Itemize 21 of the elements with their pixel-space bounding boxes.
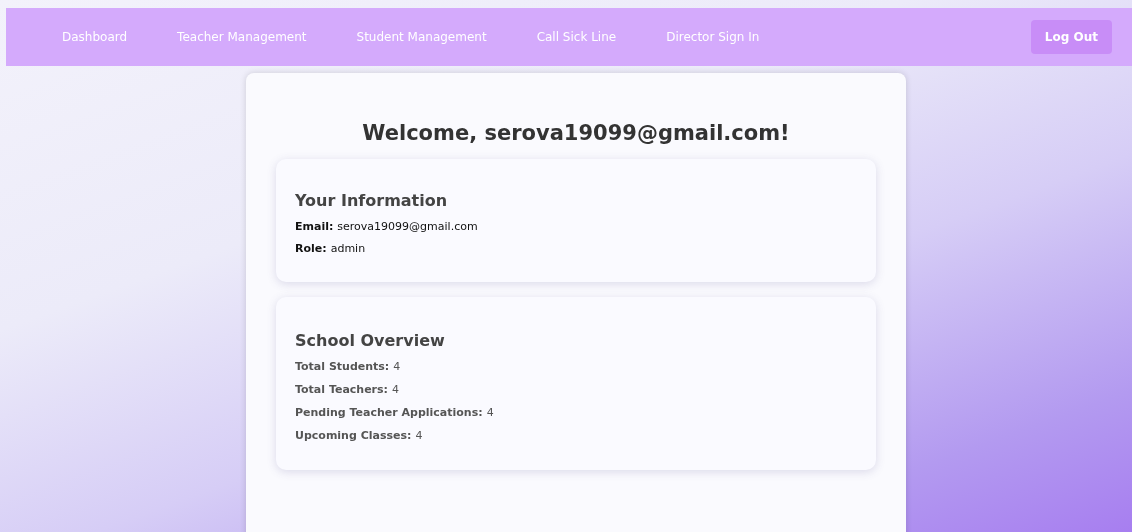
field-label: Role: [295,242,327,255]
welcome-heading: Welcome, serova19099@gmail.com! [361,121,791,145]
field-value: admin [330,242,366,255]
stat-label: Total Students: [295,360,390,373]
nav-link[interactable]: Dashboard [62,30,128,44]
stat-value: 4 [392,383,399,396]
stat-label: Upcoming Classes: [295,429,412,442]
stat-label: Total Teachers: [295,383,388,396]
stat-label: Pending Teacher Applications: [295,406,483,419]
nav-link[interactable]: Director Sign In [666,30,760,44]
field-value: serova19099@gmail.com [337,220,478,233]
panel-title: Your Information [295,191,449,210]
stat-value: 4 [486,406,494,419]
nav-link[interactable]: Teacher Management [177,30,307,44]
panel-title: School Overview [295,331,446,350]
logout-button[interactable]: Log Out [1030,20,1112,54]
stat-value: 4 [415,429,423,442]
nav-link[interactable]: Call Sick Line [536,30,617,44]
stat-value: 4 [393,360,401,373]
nav-link[interactable]: Student Management [356,30,487,44]
field-label: Email: [295,220,334,233]
